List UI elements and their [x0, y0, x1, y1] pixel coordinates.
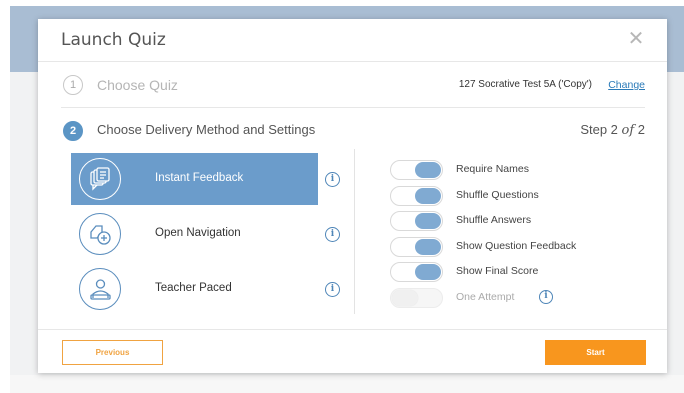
setting-label: One Attempt — [456, 291, 515, 303]
setting-show-question-feedback: Show Question Feedback — [390, 236, 650, 258]
setting-shuffle-questions: Shuffle Questions — [390, 185, 650, 207]
selected-quiz-name: 127 Socrative Test 5A ('Copy') — [458, 79, 592, 90]
shuffle-questions-toggle[interactable] — [390, 186, 443, 206]
toggle-knob — [392, 290, 418, 306]
setting-label: Shuffle Questions — [456, 189, 539, 201]
previous-button[interactable]: Previous — [62, 340, 163, 365]
method-label: Open Navigation — [155, 227, 241, 239]
setting-require-names: Require Names — [390, 159, 650, 181]
show-final-score-toggle[interactable] — [390, 262, 443, 282]
toggle-knob — [415, 264, 441, 280]
setting-shuffle-answers: Shuffle Answers — [390, 210, 650, 232]
step1-number: 1 — [63, 75, 83, 95]
method-instant-feedback[interactable]: Instant Feedback — [71, 153, 318, 205]
change-quiz-link[interactable]: Change — [608, 79, 645, 91]
method-label: Teacher Paced — [155, 282, 232, 294]
close-icon[interactable]: ✕ — [627, 29, 645, 49]
step-delivery-method: 2 Choose Delivery Method and Settings St… — [61, 120, 645, 142]
setting-one-attempt: One Attempt i — [390, 287, 650, 309]
setting-show-final-score: Show Final Score — [390, 261, 650, 283]
step-counter: Step 2 of 2 — [580, 122, 645, 138]
require-names-toggle[interactable] — [390, 160, 443, 180]
step-counter-prefix: Step 2 — [580, 122, 622, 137]
setting-label: Show Question Feedback — [456, 240, 577, 252]
step1-label: Choose Quiz — [97, 77, 178, 93]
method-teacher-paced[interactable]: Teacher Paced — [71, 263, 318, 315]
one-attempt-toggle[interactable] — [390, 288, 443, 308]
modal-header: Launch Quiz ✕ — [38, 19, 667, 62]
info-icon[interactable]: i — [325, 172, 340, 187]
start-button[interactable]: Start — [545, 340, 646, 365]
open-navigation-icon — [79, 213, 121, 255]
info-icon[interactable]: i — [325, 227, 340, 242]
modal-footer: Previous Start — [38, 329, 667, 373]
toggle-knob — [415, 162, 441, 178]
teacher-paced-icon — [79, 268, 121, 310]
setting-label: Require Names — [456, 163, 529, 175]
info-icon[interactable]: i — [325, 282, 340, 297]
method-open-navigation[interactable]: Open Navigation — [71, 208, 318, 260]
step-choose-quiz: 1 Choose Quiz 127 Socrative Test 5A ('Co… — [61, 72, 645, 108]
toggle-knob — [415, 213, 441, 229]
column-divider — [354, 149, 355, 314]
modal-title: Launch Quiz — [61, 30, 166, 50]
show-question-feedback-toggle[interactable] — [390, 237, 443, 257]
step2-label: Choose Delivery Method and Settings — [97, 122, 316, 137]
instant-feedback-icon — [79, 158, 121, 200]
toggle-knob — [415, 239, 441, 255]
setting-label: Show Final Score — [456, 265, 539, 277]
shuffle-answers-toggle[interactable] — [390, 211, 443, 231]
info-icon[interactable]: i — [539, 290, 553, 304]
launch-quiz-modal: Launch Quiz ✕ 1 Choose Quiz 127 Socrativ… — [38, 19, 667, 373]
step-counter-of: of — [621, 123, 635, 138]
setting-label: Shuffle Answers — [456, 214, 532, 226]
step2-number: 2 — [63, 121, 83, 141]
toggle-knob — [415, 188, 441, 204]
method-label: Instant Feedback — [155, 172, 244, 184]
step-counter-suffix: 2 — [634, 122, 645, 137]
